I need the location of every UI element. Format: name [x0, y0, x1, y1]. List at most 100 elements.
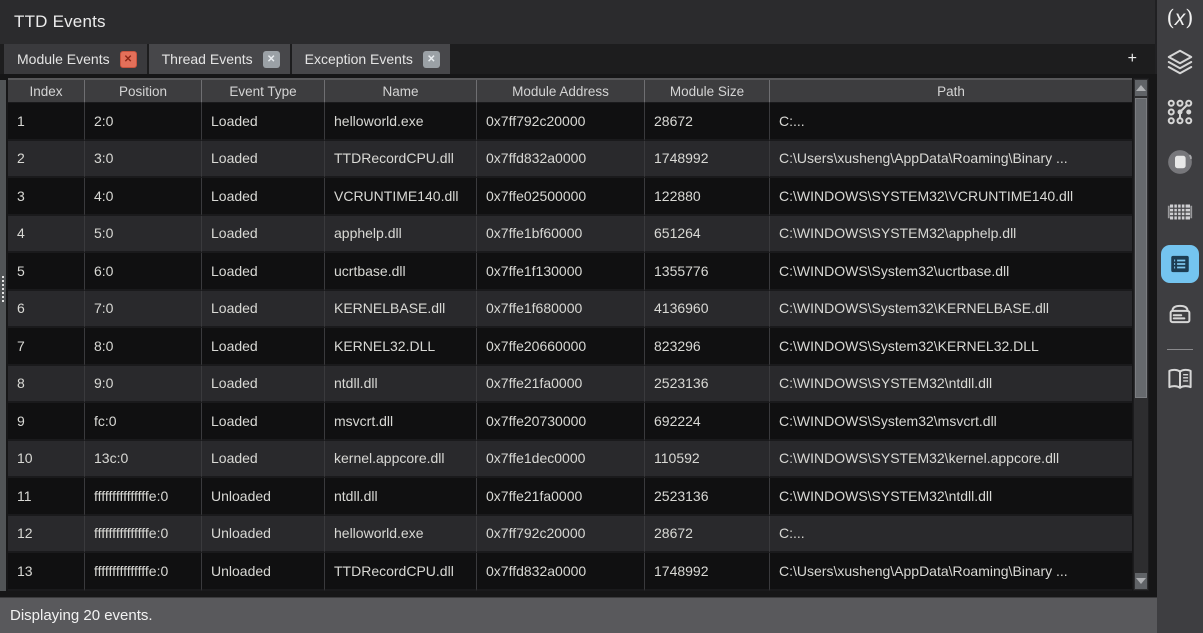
sidebar-button-dots-graph-icon[interactable]	[1162, 95, 1198, 129]
table-row[interactable]: 67:0LoadedKERNELBASE.dll0x7ffe1f68000041…	[8, 291, 1132, 329]
table-row[interactable]: 23:0LoadedTTDRecordCPU.dll0x7ffd832a0000…	[8, 141, 1132, 179]
sidebar-button-console-drawer-icon[interactable]	[1162, 297, 1198, 331]
sidebar-divider	[1167, 349, 1193, 350]
tab-thread-events[interactable]: Thread Events✕	[149, 44, 290, 74]
table-cell: VCRUNTIME140.dll	[325, 178, 477, 216]
table-cell: Loaded	[202, 216, 325, 254]
layers-icon	[1165, 47, 1195, 77]
table-cell: C:\WINDOWS\SYSTEM32\ntdll.dll	[770, 478, 1132, 516]
table-cell: 5	[8, 253, 85, 291]
splitter-grip-icon	[2, 276, 4, 302]
ttd-events-window: TTD Events Module Events✕Thread Events✕E…	[0, 0, 1203, 633]
tab-close-icon[interactable]: ✕	[263, 51, 280, 68]
table-row[interactable]: 1013c:0Loadedkernel.appcore.dll0x7ffe1de…	[8, 441, 1132, 479]
sidebar-button-layers-icon[interactable]	[1162, 45, 1198, 79]
table-cell: Unloaded	[202, 553, 325, 591]
table-cell: ucrtbase.dll	[325, 253, 477, 291]
table-cell: 2523136	[645, 366, 770, 404]
table-cell: C:...	[770, 103, 1132, 141]
table-row[interactable]: 9fc:0Loadedmsvcrt.dll0x7ffe2073000069222…	[8, 403, 1132, 441]
table-cell: 4	[8, 216, 85, 254]
table-cell: C:...	[770, 516, 1132, 554]
main-pane: TTD Events Module Events✕Thread Events✕E…	[0, 0, 1157, 633]
table-cell: 651264	[645, 216, 770, 254]
table-cell: helloworld.exe	[325, 103, 477, 141]
column-header-position[interactable]: Position	[85, 80, 202, 103]
table-cell: 1748992	[645, 553, 770, 591]
table-cell: 9:0	[85, 366, 202, 404]
table-cell: 692224	[645, 403, 770, 441]
table-cell: TTDRecordCPU.dll	[325, 553, 477, 591]
column-header-index[interactable]: Index	[8, 80, 85, 103]
dots-graph-icon	[1165, 97, 1195, 127]
table-cell: 4136960	[645, 291, 770, 329]
vertical-scrollbar[interactable]	[1133, 78, 1149, 591]
table-cell: Unloaded	[202, 478, 325, 516]
table-row[interactable]: 45:0Loadedapphelp.dll0x7ffe1bf6000065126…	[8, 216, 1132, 254]
table-cell: Loaded	[202, 141, 325, 179]
binary-ninja-logo: (x)	[1167, 6, 1194, 31]
add-tab-button[interactable]: +	[1124, 49, 1141, 69]
table-row[interactable]: 34:0LoadedVCRUNTIME140.dll0x7ffe02500000…	[8, 178, 1132, 216]
column-header-name[interactable]: Name	[325, 80, 477, 103]
table-cell: fffffffffffffffe:0	[85, 478, 202, 516]
sidebar-button-book-icon[interactable]	[1162, 362, 1198, 396]
table-cell: 7:0	[85, 291, 202, 329]
triangle-up-icon	[1136, 85, 1146, 91]
table-cell: C:\Users\xusheng\AppData\Roaming\Binary …	[770, 553, 1132, 591]
table-cell: ntdll.dll	[325, 366, 477, 404]
page-title: TTD Events	[14, 12, 106, 32]
column-header-path[interactable]: Path	[770, 80, 1132, 103]
tab-close-icon[interactable]: ✕	[423, 51, 440, 68]
table-cell: 8	[8, 366, 85, 404]
sidebar-button-memory-grid-icon[interactable]	[1162, 195, 1198, 229]
table-row[interactable]: 56:0Loadeducrtbase.dll0x7ffe1f1300001355…	[8, 253, 1132, 291]
table-row[interactable]: 11fffffffffffffffe:0Unloadedntdll.dll0x7…	[8, 478, 1132, 516]
table-cell: 9	[8, 403, 85, 441]
column-header-event-type[interactable]: Event Type	[202, 80, 325, 103]
table-cell: 0x7ffe1f680000	[477, 291, 645, 329]
table-cell: 10	[8, 441, 85, 479]
table-cell: 3:0	[85, 141, 202, 179]
sidebar: (x)	[1157, 0, 1203, 633]
table-cell: 11	[8, 478, 85, 516]
table-cell: 13c:0	[85, 441, 202, 479]
tab-close-icon[interactable]: ✕	[120, 51, 137, 68]
table-cell: 4:0	[85, 178, 202, 216]
column-header-module-address[interactable]: Module Address	[477, 80, 645, 103]
tab-label: Exception Events	[305, 51, 413, 67]
table-cell: 0x7ff792c20000	[477, 516, 645, 554]
table-row[interactable]: 13fffffffffffffffe:0UnloadedTTDRecordCPU…	[8, 553, 1132, 591]
table-cell: C:\WINDOWS\SYSTEM32\kernel.appcore.dll	[770, 441, 1132, 479]
table-cell: C:\Users\xusheng\AppData\Roaming\Binary …	[770, 141, 1132, 179]
table-cell: 2:0	[85, 103, 202, 141]
table-cell: Loaded	[202, 253, 325, 291]
table-cell: C:\WINDOWS\System32\ucrtbase.dll	[770, 253, 1132, 291]
sidebar-button-event-list-icon[interactable]	[1161, 245, 1199, 283]
table-cell: Unloaded	[202, 516, 325, 554]
sidebar-button-donut-icon[interactable]	[1162, 145, 1198, 179]
table-cell: apphelp.dll	[325, 216, 477, 254]
scroll-down-button[interactable]	[1135, 573, 1147, 589]
tab-module-events[interactable]: Module Events✕	[4, 44, 147, 74]
pane-splitter[interactable]	[0, 80, 6, 591]
table-cell: 1748992	[645, 141, 770, 179]
column-header-module-size[interactable]: Module Size	[645, 80, 770, 103]
event-list-icon	[1166, 250, 1194, 278]
table-cell: 0x7ffe1f130000	[477, 253, 645, 291]
scrollbar-thumb[interactable]	[1135, 98, 1147, 398]
table-cell: 12	[8, 516, 85, 554]
table-row[interactable]: 12:0Loadedhelloworld.exe0x7ff792c2000028…	[8, 103, 1132, 141]
table-cell: fffffffffffffffe:0	[85, 553, 202, 591]
scroll-up-button[interactable]	[1135, 80, 1147, 96]
tab-exception-events[interactable]: Exception Events ✕	[292, 44, 450, 74]
table-cell: 0x7ffe20660000	[477, 328, 645, 366]
table-row[interactable]: 78:0LoadedKERNEL32.DLL0x7ffe206600008232…	[8, 328, 1132, 366]
table-cell: 0x7ffe1bf60000	[477, 216, 645, 254]
table-row[interactable]: 12fffffffffffffffe:0Unloadedhelloworld.e…	[8, 516, 1132, 554]
table-row[interactable]: 89:0Loadedntdll.dll0x7ffe21fa00002523136…	[8, 366, 1132, 404]
status-bar: Displaying 20 events.	[0, 597, 1157, 633]
table-cell: 2	[8, 141, 85, 179]
table-cell: 110592	[645, 441, 770, 479]
table-cell: Loaded	[202, 441, 325, 479]
